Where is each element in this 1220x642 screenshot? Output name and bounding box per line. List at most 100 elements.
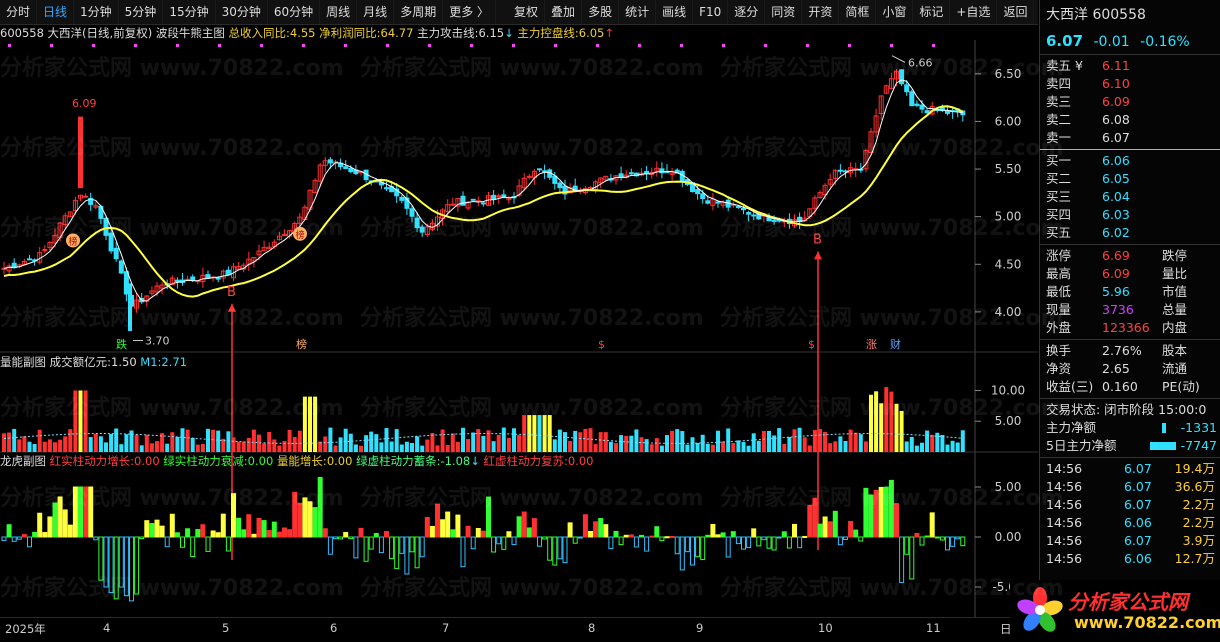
dyn-bar xyxy=(603,524,609,538)
signal-dot xyxy=(680,44,683,47)
tick-list[interactable]: 14:56 6.07 19.4万 14:56 6.07 36.6万 14:56 6.07 2.2… xyxy=(1040,460,1220,568)
dyn-bar xyxy=(98,536,104,581)
toolbar-action-3[interactable]: 统计 xyxy=(619,0,657,24)
period-3[interactable]: 5分钟 xyxy=(119,0,164,24)
candle xyxy=(384,187,389,190)
dyn-bar xyxy=(220,513,226,538)
dyn-bar xyxy=(378,536,384,554)
volume-bar xyxy=(945,444,950,452)
sub1-title[interactable]: 量能副图 xyxy=(0,355,46,369)
volume-bar xyxy=(874,391,879,452)
signal-dot xyxy=(428,44,431,47)
toolbar-action-10[interactable]: 小窗 xyxy=(876,0,914,24)
period-5[interactable]: 30分钟 xyxy=(216,0,268,24)
toolbar-action-2[interactable]: 多股 xyxy=(582,0,620,24)
period-10[interactable]: 更多 〉 xyxy=(443,0,497,24)
dyn-bar xyxy=(715,534,721,538)
period-2[interactable]: 1分钟 xyxy=(74,0,119,24)
volume-bar xyxy=(313,396,318,452)
logo-url: www.70822.com xyxy=(1074,613,1220,632)
dyn-bar xyxy=(149,523,155,538)
volume-bar xyxy=(705,443,710,452)
period-4[interactable]: 15分钟 xyxy=(163,0,216,24)
candle xyxy=(123,271,129,295)
dyn-bar xyxy=(251,533,257,538)
toolbar-action-5[interactable]: F10 xyxy=(693,0,729,24)
period-8[interactable]: 月线 xyxy=(357,0,395,24)
dyn-bar xyxy=(307,501,313,538)
indicator-name[interactable]: 波段牛熊主图 xyxy=(156,26,225,40)
dyn-bar xyxy=(547,536,553,561)
period-6[interactable]: 60分钟 xyxy=(268,0,321,24)
dyn-bar xyxy=(960,536,966,547)
signal-dot xyxy=(8,44,11,47)
kline-chart[interactable]: 6.506.005.505.004.504.006.093.706.66BB榜榜… xyxy=(0,40,1038,617)
dyn-bar xyxy=(664,536,670,539)
dyn-bar xyxy=(440,519,446,538)
dyn-bar xyxy=(37,512,43,538)
candle xyxy=(419,226,425,233)
toolbar-action-8[interactable]: 开资 xyxy=(802,0,840,24)
toolbar-action-11[interactable]: 标记 xyxy=(913,0,951,24)
toolbar-action-12[interactable]: +自选 xyxy=(950,0,998,24)
dyn-bar xyxy=(317,476,323,538)
dyn-bar xyxy=(455,514,461,538)
dyn-bar xyxy=(486,496,491,538)
volume-bar xyxy=(598,432,603,452)
candle xyxy=(480,202,486,205)
dyn-bar xyxy=(843,536,848,540)
dyn-bar xyxy=(103,536,109,588)
volume-bar xyxy=(960,430,965,452)
volume-bar xyxy=(42,441,47,452)
candle xyxy=(741,207,746,211)
sub2-title[interactable]: 龙虎副图 xyxy=(0,454,46,468)
toolbar-action-0[interactable]: 复权 xyxy=(508,0,546,24)
signal-dot xyxy=(722,44,725,47)
dyn-bar xyxy=(516,516,522,538)
candle xyxy=(843,170,848,173)
dyn-bar xyxy=(475,527,481,538)
dyn-bar xyxy=(62,509,68,538)
volume-bar xyxy=(262,443,267,452)
period-1[interactable]: 日线 xyxy=(37,0,75,24)
signal-dot xyxy=(50,44,53,47)
dyn-bar xyxy=(837,536,843,546)
volume-bar xyxy=(180,428,185,452)
candle xyxy=(83,195,89,198)
toolbar-action-9[interactable]: 简框 xyxy=(839,0,877,24)
volume-bar xyxy=(710,444,715,452)
toolbar-action-4[interactable]: 画线 xyxy=(656,0,694,24)
high-label: 6.09 xyxy=(72,97,97,110)
event-tag: 跌 xyxy=(116,337,127,351)
main-net-5d[interactable]: 5日主力净额 -7747 xyxy=(1040,437,1220,455)
event-tag: $ xyxy=(808,338,815,351)
volume-bar xyxy=(761,430,766,452)
toolbar-action-6[interactable]: 逐分 xyxy=(728,0,766,24)
dyn-bar xyxy=(781,531,787,538)
candle xyxy=(715,201,721,204)
volume-bar xyxy=(445,444,450,452)
dyn-bar xyxy=(322,528,328,538)
dyn-bar xyxy=(797,536,803,549)
period-9[interactable]: 多周期 xyxy=(394,0,444,24)
toolbar-action-1[interactable]: 叠加 xyxy=(545,0,583,24)
volume-bar xyxy=(756,440,761,452)
candle xyxy=(628,172,634,175)
volume-bar xyxy=(537,415,542,452)
signal-dot xyxy=(806,44,809,47)
volume-bar xyxy=(812,430,817,452)
toolbar-action-7[interactable]: 同资 xyxy=(765,0,803,24)
main-net[interactable]: 主力净额 -1331 xyxy=(1040,419,1220,437)
volume-bar xyxy=(58,439,63,452)
toolbar-action-13[interactable]: 返回 xyxy=(997,0,1035,24)
period-0[interactable]: 分时 xyxy=(0,0,38,24)
volume-bar xyxy=(843,440,848,452)
dyn-bar xyxy=(108,536,114,594)
dyn-bar xyxy=(822,516,828,538)
logo-title: 分析家公式网 xyxy=(1068,590,1188,614)
dyn-bar xyxy=(424,517,430,538)
volume-bar xyxy=(211,429,216,452)
volume-bar xyxy=(353,444,358,452)
dyn-bar xyxy=(373,533,379,538)
period-7[interactable]: 周线 xyxy=(320,0,358,24)
